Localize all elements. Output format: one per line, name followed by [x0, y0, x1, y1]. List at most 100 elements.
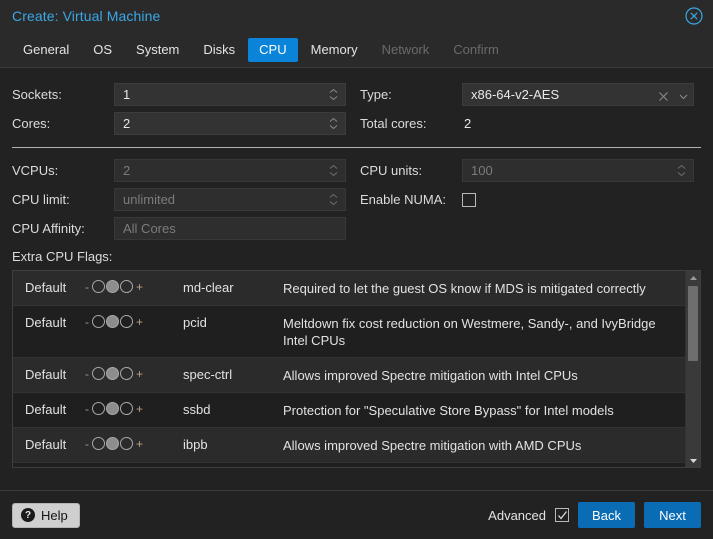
form-row-cores-total: Cores: 2 Total cores: 2	[8, 109, 705, 138]
table-row[interactable]: Default - + spec-ctrl Allows improved Sp…	[13, 358, 685, 393]
cpu-units-stepper[interactable]	[677, 163, 688, 178]
cpu-affinity-label: CPU Affinity:	[12, 221, 85, 236]
sockets-stepper[interactable]	[329, 87, 340, 102]
plus-sign: +	[136, 314, 144, 329]
flag-name: ssbd	[183, 402, 211, 417]
flag-radio-off[interactable]	[92, 315, 105, 328]
tab-network: Network	[381, 41, 430, 57]
flag-state-selector[interactable]: - +	[85, 463, 183, 467]
title-bar: Create: Virtual Machine	[0, 0, 713, 32]
minus-sign: -	[85, 366, 89, 381]
flags-vertical-scrollbar[interactable]	[685, 271, 700, 467]
next-button[interactable]: Next	[644, 502, 701, 528]
cpu-affinity-input[interactable]: All Cores	[114, 217, 346, 240]
plus-sign: +	[136, 279, 144, 294]
flag-radio-default[interactable]	[106, 437, 119, 450]
advanced-checkbox[interactable]	[555, 508, 569, 522]
flag-radio-default[interactable]	[106, 315, 119, 328]
flag-description: Basis for "Speculative Store Bypass" pro…	[283, 463, 685, 467]
cpu-limit-stepper[interactable]	[329, 192, 340, 207]
table-row[interactable]: Default - + ibpb Allows improved Spectre…	[13, 428, 685, 463]
sockets-input[interactable]: 1	[114, 83, 346, 106]
flag-state-selector[interactable]: - +	[85, 358, 183, 380]
table-row[interactable]: Default - + pcid Meltdown fix cost reduc…	[13, 306, 685, 358]
flag-radio-on[interactable]	[120, 437, 133, 450]
back-button[interactable]: Back	[578, 502, 635, 528]
tab-memory[interactable]: Memory	[300, 38, 369, 62]
flag-state-selector[interactable]: - +	[85, 306, 183, 328]
plus-sign: +	[136, 366, 144, 381]
tab-cpu[interactable]: CPU	[248, 37, 298, 62]
flag-radio-off[interactable]	[92, 280, 105, 293]
flag-radio-on[interactable]	[120, 315, 133, 328]
scrollbar-track[interactable]	[686, 284, 700, 454]
dialog-title: Create: Virtual Machine	[12, 8, 161, 24]
cpu-limit-value: unlimited	[123, 192, 176, 207]
cpu-type-combobox[interactable]: x86-64-v2-AES	[462, 83, 694, 106]
dialog-footer: ? Help Advanced Back Next	[0, 490, 713, 539]
flag-name: md-clear	[183, 280, 234, 295]
form-row-sockets-type: Sockets: 1 Type: x86-64-v2-AES	[8, 80, 705, 109]
table-row[interactable]: Default - + md-clear Required to let the…	[13, 271, 685, 306]
table-row[interactable]: Default - + ssbd Protection for "Specula…	[13, 393, 685, 428]
flags-rows-container: Default - + md-clear Required to let the…	[13, 271, 685, 467]
tab-system[interactable]: System	[125, 38, 190, 62]
flag-radio-on[interactable]	[120, 367, 133, 380]
flag-radio-on[interactable]	[120, 402, 133, 415]
vcpus-stepper[interactable]	[329, 163, 340, 178]
scroll-down-icon[interactable]	[686, 454, 700, 467]
flag-state-label: Default	[25, 280, 67, 295]
vcpus-label: VCPUs:	[12, 163, 59, 178]
form-row-vcpus-units: VCPUs: 2 CPU units: 100	[8, 156, 705, 185]
scroll-up-icon[interactable]	[686, 271, 700, 284]
flag-name: pcid	[183, 315, 207, 330]
cpu-units-value: 100	[471, 163, 493, 178]
cpu-limit-input[interactable]: unlimited	[114, 188, 346, 211]
flag-radio-off[interactable]	[92, 367, 105, 380]
enable-numa-checkbox[interactable]	[462, 192, 476, 207]
flag-name: virt-ssbd	[183, 463, 283, 467]
vcpus-value: 2	[123, 163, 131, 178]
cpu-units-input[interactable]: 100	[462, 159, 694, 182]
advanced-label: Advanced	[488, 507, 546, 523]
flag-radio-default[interactable]	[106, 367, 119, 380]
flag-description: Meltdown fix cost reduction on Westmere,…	[283, 316, 656, 348]
clear-icon[interactable]	[658, 89, 669, 101]
help-button[interactable]: ? Help	[12, 502, 80, 528]
total-cores-value: 2	[464, 116, 472, 131]
scrollbar-thumb[interactable]	[688, 286, 698, 361]
form-row-affinity: CPU Affinity: All Cores	[8, 214, 705, 243]
flag-description: Allows improved Spectre mitigation with …	[283, 368, 578, 383]
flag-state-label: Default	[25, 367, 67, 382]
flag-radio-on[interactable]	[120, 280, 133, 293]
minus-sign: -	[85, 279, 89, 294]
table-row[interactable]: Default - + virt-ssbd Basis for "Specula…	[13, 463, 685, 467]
cpu-limit-label: CPU limit:	[12, 192, 70, 207]
cores-input[interactable]: 2	[114, 112, 346, 135]
flag-radio-default[interactable]	[106, 402, 119, 415]
minus-sign: -	[85, 436, 89, 451]
vcpus-input[interactable]: 2	[114, 159, 346, 182]
circle-close-icon[interactable]	[684, 6, 704, 26]
flag-radio-default[interactable]	[106, 280, 119, 293]
flag-state-selector[interactable]: - +	[85, 393, 183, 415]
tab-general[interactable]: General	[12, 38, 80, 62]
flag-description: Protection for "Speculative Store Bypass…	[283, 403, 614, 418]
chevron-down-icon[interactable]	[678, 89, 689, 100]
flag-description: Allows improved Spectre mitigation with …	[283, 438, 582, 453]
minus-sign: -	[85, 314, 89, 329]
flag-name: spec-ctrl	[183, 367, 233, 382]
flag-radio-off[interactable]	[92, 437, 105, 450]
flag-state-selector[interactable]: - +	[85, 428, 183, 450]
form-row-limit-numa: CPU limit: unlimited Enable NUMA:	[8, 185, 705, 214]
tab-disks[interactable]: Disks	[192, 38, 246, 62]
cores-stepper[interactable]	[329, 116, 340, 131]
cores-label: Cores:	[12, 116, 51, 131]
flag-radio-off[interactable]	[92, 402, 105, 415]
tab-confirm: Confirm	[453, 41, 499, 57]
question-mark-icon: ?	[21, 508, 35, 522]
extra-cpu-flags-table: Default - + md-clear Required to let the…	[12, 270, 701, 468]
tab-os[interactable]: OS	[82, 38, 123, 62]
plus-sign: +	[136, 401, 144, 416]
flag-state-selector[interactable]: - +	[85, 271, 183, 293]
